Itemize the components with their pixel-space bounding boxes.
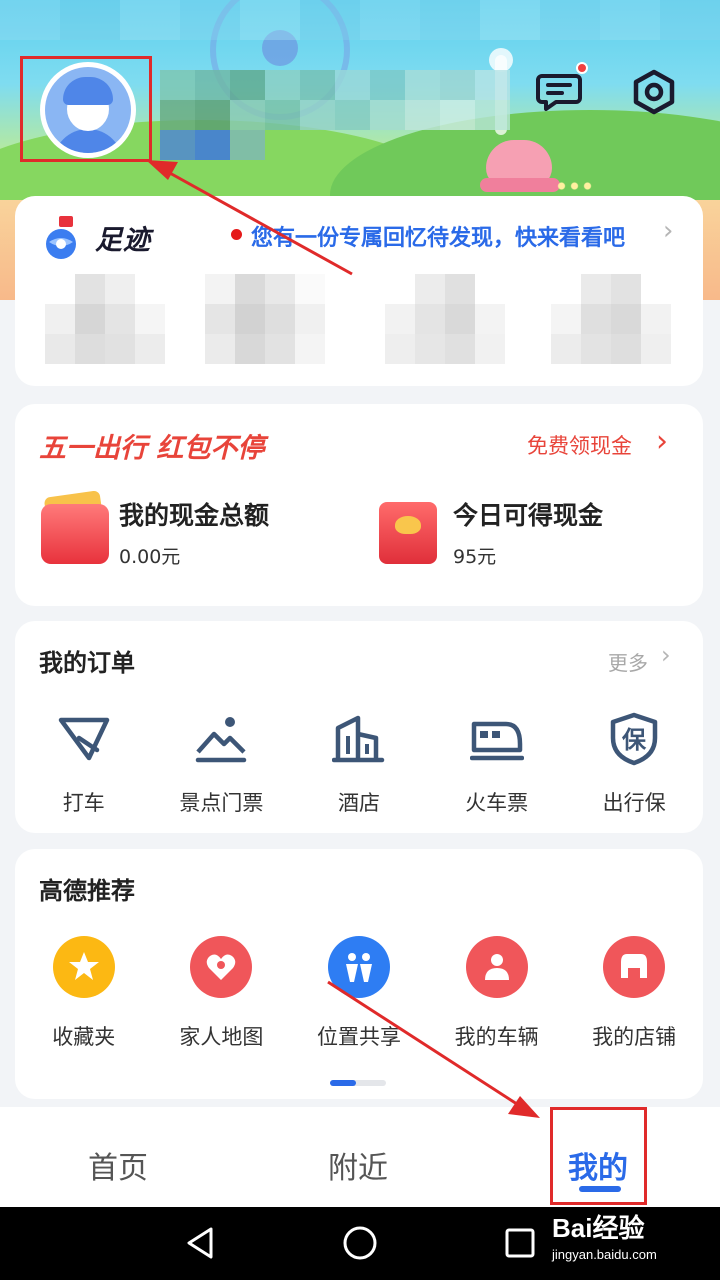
train-icon [467, 709, 527, 769]
footprint-photo[interactable] [205, 274, 325, 366]
cash-total-value: 0.00元 [119, 546, 181, 568]
cash-total-label[interactable]: 我的现金总额 [119, 496, 269, 532]
order-insurance[interactable]: 保 出行保 [565, 709, 703, 829]
order-train[interactable]: 火车票 [428, 709, 566, 829]
shop-icon [602, 935, 666, 999]
recommend-family-map[interactable]: 家人地图 [153, 935, 291, 1055]
taxi-icon [54, 709, 114, 769]
orders-title: 我的订单 [39, 649, 135, 677]
recommend-my-shop[interactable]: 我的店铺 [565, 935, 703, 1055]
settings-hexagon-icon[interactable] [630, 68, 678, 116]
footprint-photo[interactable] [385, 274, 505, 366]
family-heart-icon [189, 935, 253, 999]
order-taxi[interactable]: 打车 [15, 709, 153, 829]
recents-square-icon[interactable] [502, 1225, 538, 1261]
insurance-icon: 保 [604, 709, 664, 769]
today-cash-label[interactable]: 今日可得现金 [453, 496, 603, 532]
message-icon[interactable] [535, 68, 583, 116]
star-icon [52, 935, 116, 999]
orders-card: 我的订单 更多 › 打车 景点门票 酒店 火车票 保 出行保 [15, 621, 703, 833]
recommend-location-share[interactable]: 位置共享 [290, 935, 428, 1055]
tab-home[interactable]: 首页 [88, 1143, 148, 1187]
header-mosaic [0, 0, 720, 40]
promo-title: 五一出行 红包不停 [39, 433, 265, 464]
hotel-icon [329, 709, 389, 769]
footprint-logo-icon [39, 212, 89, 262]
new-dot [231, 229, 242, 240]
home-circle-icon[interactable] [342, 1225, 378, 1261]
recommend-card: 高德推荐 收藏夹 家人地图 位置共享 我的车辆 我的店铺 [15, 849, 703, 1099]
car-owner-icon [465, 935, 529, 999]
footprint-message[interactable]: 您有一份专属回忆待发现，快来看看吧 [251, 220, 625, 252]
chevron-right-icon: › [661, 641, 671, 669]
recommend-title: 高德推荐 [39, 877, 135, 905]
orders-more-link[interactable]: 更多 [608, 647, 648, 676]
recommend-favorites[interactable]: 收藏夹 [15, 935, 153, 1055]
cash-promo-card: 五一出行 红包不停 免费领现金 › 我的现金总额 0.00元 今日可得现金 95… [15, 404, 703, 606]
people-share-icon [327, 935, 391, 999]
svg-text:保: 保 [621, 726, 647, 754]
avatar[interactable] [40, 62, 136, 158]
footprint-photo[interactable] [45, 274, 165, 366]
bottom-tab-bar: 首页 附近 我的 [0, 1107, 720, 1207]
unread-dot [576, 62, 588, 74]
scenic-ticket-icon [191, 709, 251, 769]
tab-highlight-box [550, 1107, 647, 1205]
back-icon[interactable] [182, 1225, 218, 1261]
footprint-card[interactable]: 足迹 您有一份专属回忆待发现，快来看看吧 › [15, 196, 703, 386]
baidu-jingyan-watermark: Bai经验 jingyan.baidu.com [552, 1213, 657, 1262]
wallet-icon [41, 504, 109, 564]
footprint-title: 足迹 [95, 225, 151, 256]
today-cash-value: 95元 [453, 546, 497, 568]
tab-nearby[interactable]: 附近 [328, 1143, 388, 1187]
footprint-photo[interactable] [551, 274, 671, 366]
order-scenic-ticket[interactable]: 景点门票 [153, 709, 291, 829]
chevron-right-icon: › [663, 216, 674, 246]
page-indicator-active [330, 1080, 356, 1086]
recommend-my-vehicle[interactable]: 我的车辆 [428, 935, 566, 1055]
order-hotel[interactable]: 酒店 [290, 709, 428, 829]
username-mosaic [160, 70, 510, 160]
chevron-right-icon: › [656, 424, 668, 459]
free-cash-link[interactable]: 免费领现金 [527, 430, 632, 460]
